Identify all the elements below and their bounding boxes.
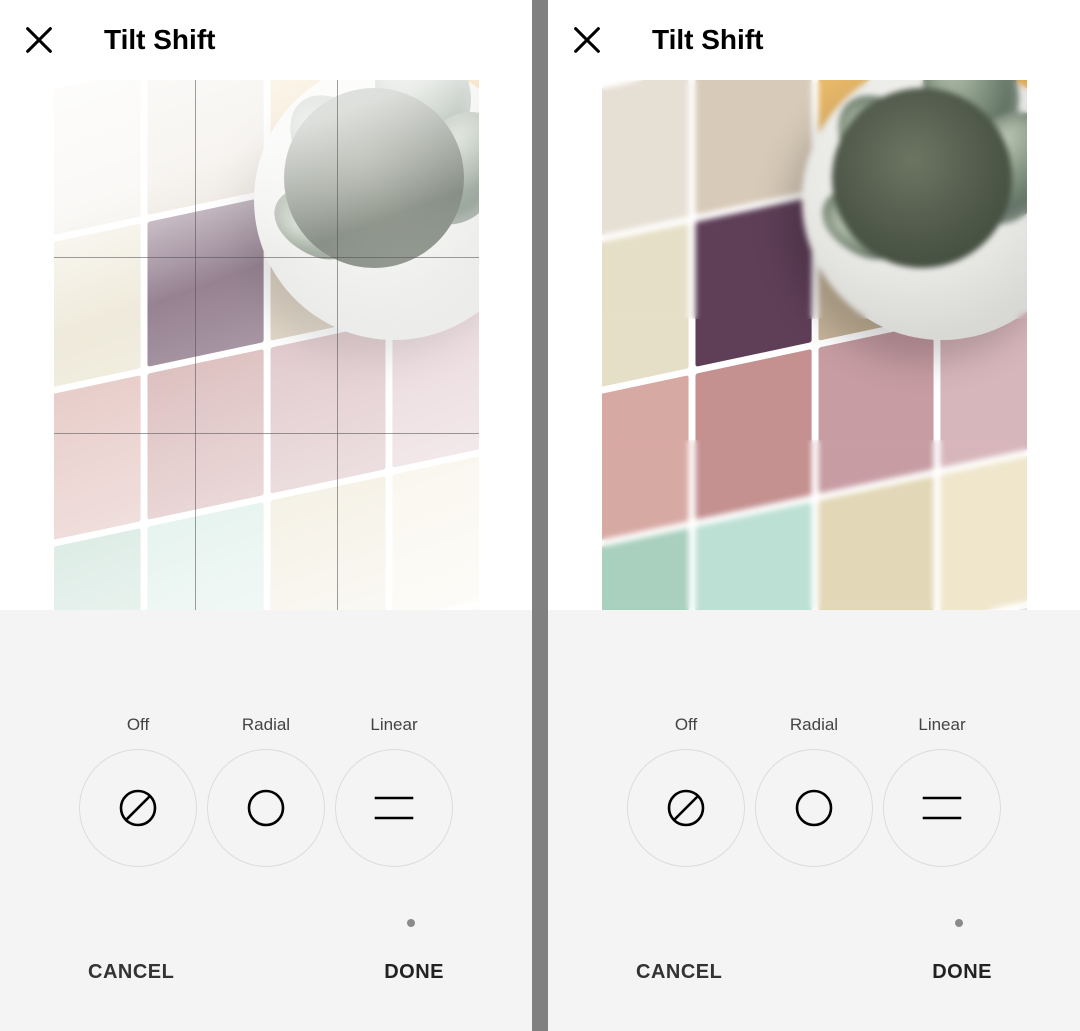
radial-icon <box>793 787 835 829</box>
panel-divider <box>532 0 548 1031</box>
header: Tilt Shift <box>0 0 532 80</box>
option-label: Radial <box>790 715 838 735</box>
option-linear[interactable]: Linear <box>335 715 453 867</box>
preview-area <box>548 80 1080 610</box>
off-icon <box>117 787 159 829</box>
dot-icon <box>407 919 415 927</box>
page-title: Tilt Shift <box>652 24 763 56</box>
preview-area <box>0 80 532 610</box>
options-area: Off Radial Linear <box>548 610 1080 1031</box>
done-button[interactable]: DONE <box>932 961 992 984</box>
dot-icon <box>955 919 963 927</box>
option-off[interactable]: Off <box>79 715 197 867</box>
option-label: Off <box>127 715 149 735</box>
radial-icon <box>245 787 287 829</box>
cancel-button[interactable]: CANCEL <box>88 961 174 984</box>
panel-right: Tilt Shift Off Radi <box>548 0 1080 1031</box>
photo-preview[interactable] <box>602 80 1027 610</box>
done-button[interactable]: DONE <box>384 961 444 984</box>
header: Tilt Shift <box>548 0 1080 80</box>
off-icon <box>665 787 707 829</box>
pager-dots <box>0 919 532 927</box>
page-title: Tilt Shift <box>104 24 215 56</box>
close-icon[interactable] <box>22 23 56 57</box>
close-icon[interactable] <box>570 23 604 57</box>
option-label: Linear <box>918 715 965 735</box>
option-label: Radial <box>242 715 290 735</box>
option-linear[interactable]: Linear <box>883 715 1001 867</box>
photo-preview[interactable] <box>54 80 479 610</box>
option-radial[interactable]: Radial <box>755 715 873 867</box>
panel-left: Tilt Shift Off <box>0 0 532 1031</box>
option-radial[interactable]: Radial <box>207 715 325 867</box>
option-label: Off <box>675 715 697 735</box>
cancel-button[interactable]: CANCEL <box>636 961 722 984</box>
linear-icon <box>916 782 968 834</box>
option-label: Linear <box>370 715 417 735</box>
linear-icon <box>368 782 420 834</box>
option-off[interactable]: Off <box>627 715 745 867</box>
pager-dots <box>548 919 1080 927</box>
options-area: Off Radial Linear <box>0 610 532 1031</box>
